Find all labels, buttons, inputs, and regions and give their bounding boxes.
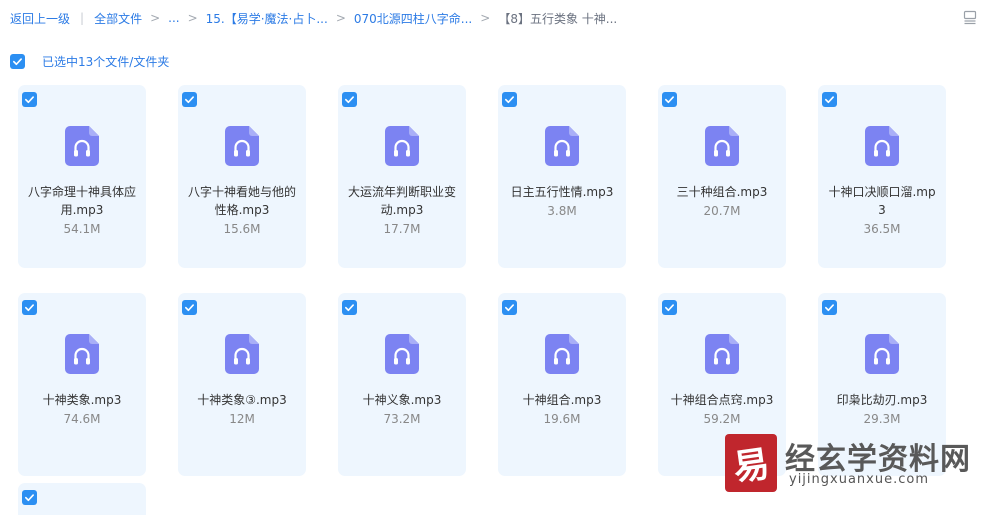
file-card[interactable]: 十神组合.mp3 19.6M <box>498 293 626 476</box>
chevron-right-icon: > <box>480 11 491 25</box>
file-card[interactable]: 八字十神看她与他的性格.mp3 15.6M <box>178 85 306 268</box>
watermark-logo: 易 <box>725 434 777 492</box>
file-name-text: 八字命理十神具体应用.mp3 <box>28 185 137 217</box>
audio-file-icon <box>865 126 899 166</box>
file-size: 59.2M <box>703 412 741 426</box>
audio-file-icon <box>865 334 899 374</box>
file-checkbox[interactable] <box>22 300 37 315</box>
file-name-text: 大运流年判断职业变动.mp3 <box>348 185 457 217</box>
file-name: 日主五行性情.mp3 3.8M <box>508 183 616 220</box>
selection-bar: 已选中13个文件/文件夹 <box>10 52 169 70</box>
file-name-text: 十神类象③.mp3 <box>197 393 287 407</box>
file-card[interactable]: 十神口决顺口溜.mp3 36.5M <box>818 85 946 268</box>
chevron-right-icon: > <box>187 11 198 25</box>
watermark: 易 经玄学资料网 yijingxuanxue.com <box>725 432 970 492</box>
chevron-right-icon: > <box>335 11 346 25</box>
file-size: 19.6M <box>543 412 581 426</box>
audio-file-icon <box>385 126 419 166</box>
file-size: 3.8M <box>547 204 577 218</box>
audio-file-icon <box>705 334 739 374</box>
file-name: 十神口决顺口溜.mp3 36.5M <box>828 183 936 238</box>
audio-file-icon <box>545 126 579 166</box>
file-size: 54.1M <box>63 222 101 236</box>
file-size: 29.3M <box>863 412 901 426</box>
file-card[interactable]: 三十种组合.mp3 20.7M <box>658 85 786 268</box>
file-checkbox[interactable] <box>22 92 37 107</box>
audio-file-icon <box>65 334 99 374</box>
file-name-text: 八字十神看她与他的性格.mp3 <box>188 185 297 217</box>
audio-file-icon <box>65 126 99 166</box>
file-size: 17.7M <box>383 222 421 236</box>
file-name-text: 十神义象.mp3 <box>362 393 442 407</box>
breadcrumb-folder-1[interactable]: 15.【易学·魔法·占卜... <box>206 10 328 27</box>
file-name: 十神义象.mp3 73.2M <box>348 391 456 428</box>
list-view-icon[interactable] <box>962 9 978 25</box>
file-name: 十神类象③.mp3 12M <box>188 391 296 428</box>
file-name: 大运流年判断职业变动.mp3 17.7M <box>348 183 456 238</box>
file-size: 12M <box>229 412 255 426</box>
file-card[interactable]: 十神类象③.mp3 12M <box>178 293 306 476</box>
file-name: 十神组合点窍.mp3 59.2M <box>668 391 776 428</box>
file-card[interactable]: 八字命理十神具体应用.mp3 54.1M <box>18 85 146 268</box>
file-name: 十神组合.mp3 19.6M <box>508 391 616 428</box>
file-checkbox[interactable] <box>342 300 357 315</box>
audio-file-icon <box>225 334 259 374</box>
file-checkbox[interactable] <box>182 92 197 107</box>
select-all-checkbox[interactable] <box>10 53 25 69</box>
file-checkbox[interactable] <box>342 92 357 107</box>
file-card-partial[interactable] <box>18 483 146 515</box>
file-card[interactable]: 大运流年判断职业变动.mp3 17.7M <box>338 85 466 268</box>
file-name: 八字十神看她与他的性格.mp3 15.6M <box>188 183 296 238</box>
audio-file-icon <box>385 334 419 374</box>
file-name: 印枭比劫刃.mp3 29.3M <box>828 391 936 428</box>
file-checkbox[interactable] <box>662 92 677 107</box>
breadcrumb-divider: | <box>80 11 85 25</box>
audio-file-icon <box>705 126 739 166</box>
file-name-text: 十神组合点窍.mp3 <box>670 393 774 407</box>
file-name-text: 十神组合.mp3 <box>522 393 602 407</box>
back-link[interactable]: 返回上一级 <box>10 10 70 27</box>
selection-count: 已选中13个文件/文件夹 <box>42 54 170 69</box>
watermark-url: yijingxuanxue.com <box>789 472 929 487</box>
file-name-text: 印枭比劫刃.mp3 <box>836 393 928 407</box>
audio-file-icon <box>545 334 579 374</box>
file-size: 74.6M <box>63 412 101 426</box>
file-card[interactable]: 十神义象.mp3 73.2M <box>338 293 466 476</box>
file-size: 20.7M <box>703 204 741 218</box>
file-checkbox[interactable] <box>822 300 837 315</box>
file-checkbox[interactable] <box>182 300 197 315</box>
file-checkbox[interactable] <box>502 300 517 315</box>
file-card[interactable]: 十神类象.mp3 74.6M <box>18 293 146 476</box>
file-checkbox[interactable] <box>22 490 37 505</box>
file-checkbox[interactable] <box>822 92 837 107</box>
file-name-text: 三十种组合.mp3 <box>676 185 768 199</box>
file-name: 八字命理十神具体应用.mp3 54.1M <box>28 183 136 238</box>
breadcrumb-current: 【8】五行类象 十神... <box>498 11 618 26</box>
file-card[interactable]: 日主五行性情.mp3 3.8M <box>498 85 626 268</box>
file-size: 36.5M <box>863 222 901 236</box>
file-name-text: 十神口决顺口溜.mp3 <box>828 185 936 217</box>
breadcrumb-all-files[interactable]: 全部文件 <box>94 10 142 27</box>
chevron-right-icon: > <box>150 11 161 25</box>
file-checkbox[interactable] <box>662 300 677 315</box>
breadcrumb: 返回上一级 | 全部文件 > ... > 15.【易学·魔法·占卜... > 0… <box>10 9 617 27</box>
breadcrumb-folder-2[interactable]: 070北源四柱八字命... <box>354 10 472 27</box>
file-name-text: 日主五行性情.mp3 <box>510 185 614 199</box>
audio-file-icon <box>225 126 259 166</box>
file-name-text: 十神类象.mp3 <box>42 393 122 407</box>
file-name: 三十种组合.mp3 20.7M <box>668 183 776 220</box>
file-size: 73.2M <box>383 412 421 426</box>
file-name: 十神类象.mp3 74.6M <box>28 391 136 428</box>
breadcrumb-ellipsis[interactable]: ... <box>168 11 179 25</box>
file-checkbox[interactable] <box>502 92 517 107</box>
file-size: 15.6M <box>223 222 261 236</box>
